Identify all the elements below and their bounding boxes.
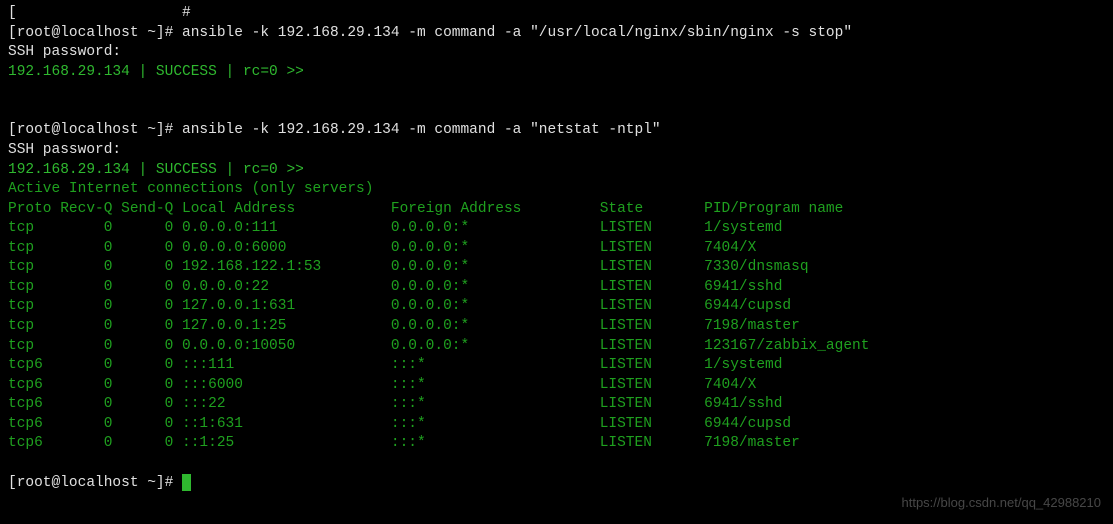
cursor-icon: [182, 474, 191, 491]
table-row: tcp6 0 0 ::1:25 :::* LISTEN 7198/master: [8, 434, 1105, 454]
top-partial-line: [ #: [8, 4, 1105, 24]
blank-line: [8, 102, 1105, 122]
command-text: ansible -k 192.168.29.134 -m command -a …: [182, 122, 661, 138]
table-row: tcp6 0 0 :::6000 :::* LISTEN 7404/X: [8, 376, 1105, 396]
table-row: tcp6 0 0 :::22 :::* LISTEN 6941/sshd: [8, 395, 1105, 415]
blank-line: [8, 82, 1105, 102]
ssh-password-prompt: SSH password:: [8, 43, 1105, 63]
table-row: tcp 0 0 127.0.0.1:631 0.0.0.0:* LISTEN 6…: [8, 297, 1105, 317]
table-row: tcp6 0 0 :::111 :::* LISTEN 1/systemd: [8, 356, 1105, 376]
command-text: ansible -k 192.168.29.134 -m command -a …: [182, 25, 852, 41]
watermark-text: https://blog.csdn.net/qq_42988210: [902, 494, 1102, 512]
shell-prompt: [root@localhost ~]#: [8, 475, 182, 491]
prompt-line-2: [root@localhost ~]# ansible -k 192.168.2…: [8, 121, 1105, 141]
blank-line: [8, 454, 1105, 474]
table-row: tcp6 0 0 ::1:631 :::* LISTEN 6944/cupsd: [8, 415, 1105, 435]
ssh-password-prompt: SSH password:: [8, 141, 1105, 161]
prompt-line-1: [root@localhost ~]# ansible -k 192.168.2…: [8, 24, 1105, 44]
table-row: tcp 0 0 0.0.0.0:10050 0.0.0.0:* LISTEN 1…: [8, 337, 1105, 357]
ansible-success-1: 192.168.29.134 | SUCCESS | rc=0 >>: [8, 63, 1105, 83]
terminal-output[interactable]: [ # [root@localhost ~]# ansible -k 192.1…: [8, 4, 1105, 493]
shell-prompt: [root@localhost ~]#: [8, 122, 182, 138]
table-row: tcp 0 0 0.0.0.0:6000 0.0.0.0:* LISTEN 74…: [8, 239, 1105, 259]
ansible-success-2: 192.168.29.134 | SUCCESS | rc=0 >>: [8, 161, 1105, 181]
table-row: tcp 0 0 127.0.0.1:25 0.0.0.0:* LISTEN 71…: [8, 317, 1105, 337]
shell-prompt: [root@localhost ~]#: [8, 25, 182, 41]
netstat-header: Active Internet connections (only server…: [8, 180, 1105, 200]
table-row: tcp 0 0 0.0.0.0:111 0.0.0.0:* LISTEN 1/s…: [8, 219, 1105, 239]
table-row: tcp 0 0 192.168.122.1:53 0.0.0.0:* LISTE…: [8, 258, 1105, 278]
prompt-line-3: [root@localhost ~]#: [8, 474, 1105, 494]
table-row: tcp 0 0 0.0.0.0:22 0.0.0.0:* LISTEN 6941…: [8, 278, 1105, 298]
netstat-columns: Proto Recv-Q Send-Q Local Address Foreig…: [8, 200, 1105, 220]
